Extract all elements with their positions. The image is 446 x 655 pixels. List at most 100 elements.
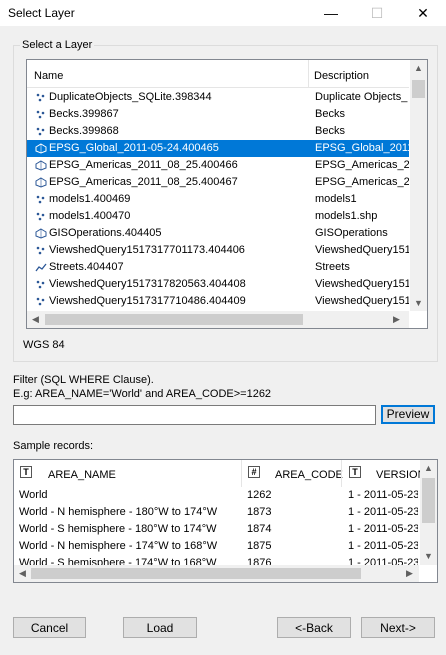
layer-name: ViewshedQuery1517317820563.404408	[49, 278, 246, 290]
cell-area-name: World	[19, 489, 48, 501]
column-divider[interactable]	[308, 60, 309, 87]
layer-description: models1	[315, 193, 357, 205]
layer-list[interactable]: Name Description DuplicateObjects_SQLite…	[26, 59, 428, 329]
coordinate-system-label: WGS 84	[23, 339, 65, 351]
close-button[interactable]: ✕	[400, 0, 446, 26]
cell-version: 1 - 2011-05-23	[348, 489, 418, 501]
layer-description: Streets	[315, 261, 350, 273]
scroll-right-icon[interactable]: ▶	[406, 568, 413, 579]
layer-name: models1.400469	[49, 193, 131, 205]
layer-row[interactable]: Becks.399868 Becks	[27, 123, 409, 140]
minimize-button[interactable]: —	[308, 0, 354, 26]
table-row[interactable]: World - S hemisphere - 180°W to 174°W 187…	[14, 521, 419, 538]
layer-name: EPSG_Americas_2011_08_25.400466	[49, 159, 238, 171]
column-divider[interactable]	[241, 460, 242, 487]
layer-list-horizontal-scrollbar[interactable]: ◀ ▶	[27, 311, 409, 328]
column-divider[interactable]	[341, 460, 342, 487]
layer-description: Becks	[315, 125, 345, 137]
scroll-left-icon[interactable]: ◀	[19, 568, 26, 579]
layer-row[interactable]: ViewshedQuery1517317701173.404406 Viewshe…	[27, 242, 409, 259]
horizontal-scroll-thumb[interactable]	[31, 568, 361, 579]
layer-row[interactable]: EPSG_Global_2011-05-24.400465 EPSG_Global…	[27, 140, 409, 157]
point-layer-icon	[36, 93, 45, 102]
layer-name: Becks.399867	[49, 108, 119, 120]
column-header-version[interactable]: VERSION	[376, 469, 426, 481]
cell-area-code: 1874	[247, 523, 272, 535]
sample-grid-horizontal-scrollbar[interactable]: ◀ ▶	[14, 565, 419, 582]
point-layer-icon	[36, 195, 45, 204]
table-row[interactable]: World - N hemisphere - 174°W to 168°W 187…	[14, 538, 419, 555]
layer-row[interactable]: models1.400469 models1	[27, 191, 409, 208]
layer-row[interactable]: Streets.404407 Streets	[27, 259, 409, 276]
table-row[interactable]: World 1262 1 - 2011-05-23	[14, 487, 419, 504]
layer-row[interactable]: ViewshedQuery1517317710486.404409 Viewshe…	[27, 293, 409, 310]
layer-description: ViewshedQuery151	[315, 295, 409, 307]
column-header-area-name[interactable]: AREA_NAME	[48, 469, 116, 481]
column-header-area-code[interactable]: AREA_CODE	[275, 469, 343, 481]
layer-description: GISOperations	[315, 227, 388, 239]
layer-list-vertical-scrollbar[interactable]: ▲ ▼	[410, 60, 427, 311]
scroll-up-icon[interactable]: ▲	[424, 463, 433, 473]
window-title: Select Layer	[8, 6, 75, 20]
point-layer-icon	[36, 297, 45, 306]
scroll-right-icon[interactable]: ▶	[393, 314, 400, 325]
horizontal-scroll-thumb[interactable]	[45, 314, 303, 325]
vertical-scroll-thumb[interactable]	[422, 478, 435, 523]
polygon-layer-icon	[35, 228, 47, 239]
cancel-button[interactable]: Cancel	[13, 617, 86, 638]
layer-row[interactable]: EPSG_Americas_2011_08_25.400467 EPSG_Amer…	[27, 174, 409, 191]
table-row[interactable]: World - N hemisphere - 180°W to 174°W 187…	[14, 504, 419, 521]
title-bar: Select Layer — ☐ ✕	[0, 0, 446, 26]
point-layer-icon	[36, 246, 45, 255]
layer-row[interactable]: GISOperations.404405 GISOperations	[27, 225, 409, 242]
scroll-left-icon[interactable]: ◀	[32, 314, 39, 325]
layer-row[interactable]: models1.400470 models1.shp	[27, 208, 409, 225]
vertical-scroll-thumb[interactable]	[412, 80, 425, 98]
layer-name: ViewshedQuery1517317701173.404406	[49, 244, 245, 256]
layer-name: EPSG_Americas_2011_08_25.400467	[49, 176, 238, 188]
layer-name: EPSG_Global_2011-05-24.400465	[49, 142, 219, 154]
cell-area-name: World - N hemisphere - 180°W to 174°W	[19, 506, 218, 518]
point-layer-icon	[36, 280, 45, 289]
column-header-name[interactable]: Name	[34, 60, 63, 87]
scroll-up-icon[interactable]: ▲	[414, 63, 423, 73]
column-header-description[interactable]: Description	[314, 60, 369, 87]
filter-example: E.g: AREA_NAME='World' and AREA_CODE>=12…	[13, 388, 272, 400]
sample-grid-vertical-scrollbar[interactable]: ▲ ▼	[420, 460, 437, 565]
layer-row[interactable]: ViewshedQuery1517317820563.404408 Viewshe…	[27, 276, 409, 293]
cell-area-code: 1873	[247, 506, 272, 518]
scroll-down-icon[interactable]: ▼	[414, 298, 423, 308]
cell-area-code: 1262	[247, 489, 272, 501]
cell-version: 1 - 2011-05-23	[348, 540, 418, 552]
text-field-icon: T	[20, 466, 32, 478]
layer-name: Becks.399868	[49, 125, 119, 137]
layer-group-label: Select a Layer	[20, 39, 95, 51]
next-button[interactable]: Next->	[361, 617, 435, 638]
cell-area-name: World - N hemisphere - 174°W to 168°W	[19, 540, 218, 552]
layer-row[interactable]: Becks.399867 Becks	[27, 106, 409, 123]
layer-row[interactable]: DuplicateObjects_SQLite.398344 Duplicate …	[27, 89, 409, 106]
sample-records-grid[interactable]: T AREA_NAME # AREA_CODE T VERSION World 1…	[13, 459, 438, 583]
cell-area-code: 1875	[247, 540, 272, 552]
layer-name: ViewshedQuery1517317710486.404409	[49, 295, 246, 307]
layer-description: EPSG_Americas_20	[315, 159, 409, 171]
layer-name: Streets.404407	[49, 261, 124, 273]
layer-name: GISOperations.404405	[49, 227, 162, 239]
cell-version: 1 - 2011-05-23	[348, 506, 418, 518]
sample-records-label: Sample records:	[13, 440, 94, 452]
back-button[interactable]: <-Back	[277, 617, 351, 638]
load-button[interactable]: Load	[123, 617, 197, 638]
sample-grid-header: T AREA_NAME # AREA_CODE T VERSION	[14, 460, 426, 487]
layer-description: Becks	[315, 108, 345, 120]
numeric-field-icon: #	[248, 466, 260, 478]
layer-name: models1.400470	[49, 210, 131, 222]
scroll-down-icon[interactable]: ▼	[424, 551, 433, 561]
cell-version: 1 - 2011-05-23	[348, 523, 418, 535]
point-layer-icon	[36, 110, 45, 119]
polygon-layer-icon	[35, 177, 47, 188]
polygon-layer-icon	[35, 160, 47, 171]
filter-input[interactable]	[13, 405, 376, 425]
preview-button[interactable]: Preview	[381, 405, 435, 424]
layer-description: ViewshedQuery151	[315, 278, 409, 290]
layer-row[interactable]: EPSG_Americas_2011_08_25.400466 EPSG_Amer…	[27, 157, 409, 174]
